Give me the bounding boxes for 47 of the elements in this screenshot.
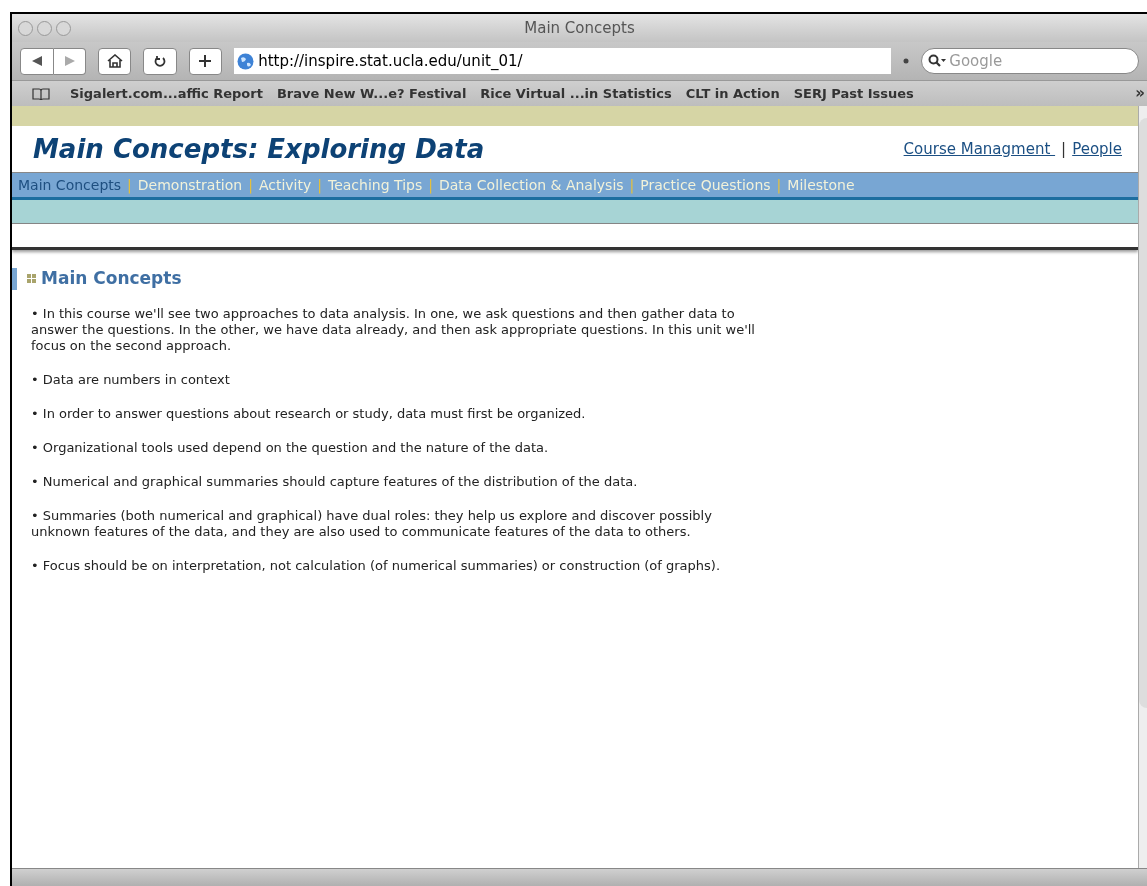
nav-separator: | [247, 175, 254, 196]
header-link[interactable]: People [1072, 137, 1122, 161]
search-field[interactable]: Google [921, 48, 1140, 74]
link-separator: | [1061, 138, 1067, 160]
plus-icon [199, 55, 212, 67]
window-minimize-button[interactable] [37, 20, 52, 36]
back-arrow-icon [32, 56, 42, 66]
scrollbar-thumb[interactable] [1139, 118, 1147, 708]
bookmarks-overflow-button[interactable]: » [1135, 82, 1145, 105]
snapback-icon [903, 58, 910, 64]
globe-icon [237, 52, 255, 70]
forward-button[interactable] [54, 47, 86, 75]
reload-button[interactable] [143, 47, 177, 75]
nav-separator: | [775, 175, 783, 196]
bullet-grid-icon [27, 274, 36, 284]
home-icon [106, 54, 123, 68]
section-accent-bar [12, 267, 17, 290]
add-bookmark-button[interactable] [188, 47, 223, 75]
bullet-paragraph: • Data are numbers in context [31, 371, 231, 388]
address-field[interactable]: http://inspire.stat.ucla.edu/unit_01/ [234, 48, 892, 74]
bookmark-link[interactable]: CLT in Action [685, 83, 780, 104]
page-title: Main Concepts: Exploring Data [33, 132, 485, 166]
bullet-paragraph: • In this course we'll see two approaches to data analysis. In one, we ask questions and then gather data to answer the questions. In the other, we have data already, and then ask appropriate questions. In this unit we'll focus on the second approach. [31, 305, 756, 354]
scrollbar[interactable] [1138, 106, 1147, 868]
nav-separator: | [427, 175, 434, 196]
nav-separator: | [316, 175, 323, 196]
reload-icon [154, 54, 167, 68]
bullet-paragraph: • Numerical and graphical summaries should capture features of the distribution of the data. [31, 473, 639, 490]
section-heading: Main Concepts [41, 267, 182, 290]
bookmark-link[interactable]: Rice Virtual ...in Statistics [480, 83, 672, 104]
bullet-paragraph: • Organizational tools used depend on the question and the nature of the data. [31, 439, 550, 456]
window-title: Main Concepts [524, 17, 635, 39]
header-link[interactable]: Course Managment [903, 137, 1056, 161]
bookmarks-book-icon[interactable] [32, 87, 50, 100]
bullet-paragraph: • In order to answer questions about research or study, data must first be organized. [31, 405, 587, 422]
bookmark-link[interactable]: SERJ Past Issues [793, 83, 914, 104]
home-button[interactable] [98, 47, 132, 75]
bookmark-link[interactable]: Brave New W...e? Festival [276, 83, 467, 104]
nav-separator: | [126, 175, 133, 196]
bookmark-link[interactable]: Sigalert.com...affic Report [70, 83, 263, 104]
forward-arrow-icon [64, 56, 75, 66]
back-button[interactable] [20, 47, 54, 75]
window-close-button[interactable] [18, 20, 33, 36]
nav-separator: | [628, 175, 636, 196]
bullet-paragraph: • Summaries (both numerical and graphical) have dual roles: they help us explore and discover possibly unknown features of the data, and they are also used to communicate features of the data to others. [31, 507, 713, 540]
window-zoom-button[interactable] [56, 20, 71, 36]
bullet-paragraph: • Focus should be on interpretation, not calculation (of numerical summaries) or construction (of graphs). [31, 557, 722, 574]
